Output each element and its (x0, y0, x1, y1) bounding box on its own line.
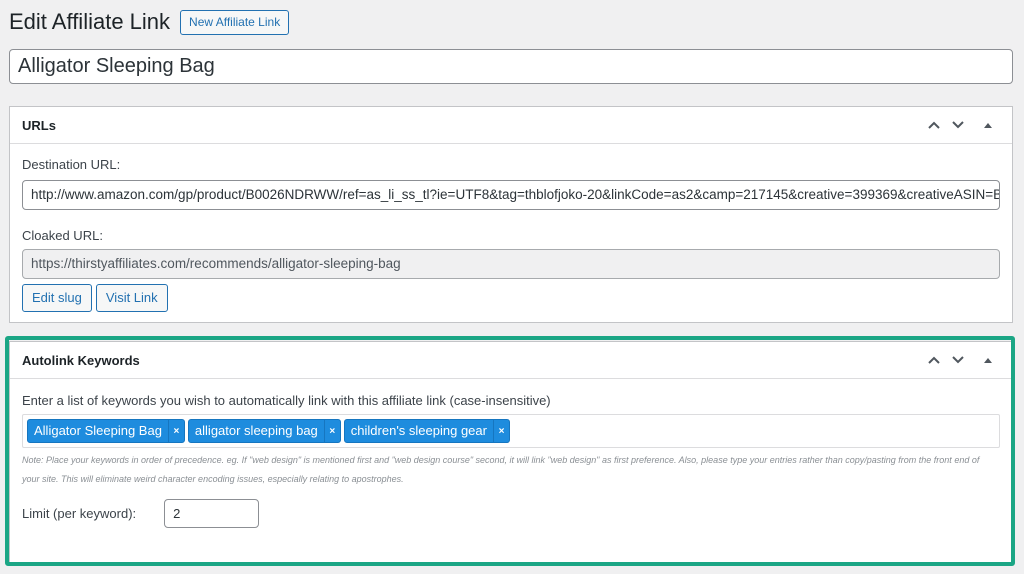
note-line-2: your site. This will eliminate weird cha… (22, 474, 404, 484)
keyword-tag: children's sleeping gear × (343, 419, 510, 443)
keyword-tag-label: children's sleeping gear (350, 423, 487, 438)
visit-link-button[interactable]: Visit Link (95, 284, 168, 312)
keyword-tag: Alligator Sleeping Bag × (27, 419, 185, 443)
autolink-metabox-body: Enter a list of keywords you wish to aut… (10, 393, 1012, 528)
destination-url-label: Destination URL: (22, 157, 121, 172)
chevron-up-icon[interactable] (922, 348, 946, 372)
urls-metabox-body: Destination URL: http://www.amazon.com/g… (10, 157, 1012, 312)
handle-actions (922, 113, 1000, 137)
cloaked-url-input[interactable]: https://thirstyaffiliates.com/recommends… (22, 249, 1000, 279)
cloaked-url-label: Cloaked URL: (22, 228, 103, 243)
destination-url-input[interactable]: http://www.amazon.com/gp/product/B0026ND… (22, 180, 1000, 210)
post-title-input[interactable]: Alligator Sleeping Bag (9, 49, 1013, 84)
limit-label: Limit (per keyword): (22, 506, 137, 521)
keyword-tag-label: Alligator Sleeping Bag (34, 423, 162, 438)
limit-row: Limit (per keyword): 2 (22, 499, 1000, 528)
note-line-1: Note: Place your keywords in order of pr… (22, 455, 980, 465)
autolink-metabox-header: Autolink Keywords (10, 342, 1012, 379)
remove-keyword-icon[interactable]: × (323, 420, 340, 442)
keywords-note: Note: Place your keywords in order of pr… (22, 451, 1000, 489)
autolink-instruction: Enter a list of keywords you wish to aut… (22, 393, 551, 408)
urls-metabox: URLs Destination URL: http://www.amazon.… (9, 106, 1013, 323)
keywords-tag-input[interactable]: Alligator Sleeping Bag × alligator sleep… (22, 414, 1000, 448)
autolink-keywords-metabox: Autolink Keywords Enter a list of keywor… (9, 341, 1013, 563)
remove-keyword-icon[interactable]: × (167, 420, 184, 442)
handle-actions (922, 348, 1000, 372)
triangle-up-icon[interactable] (976, 348, 1000, 372)
triangle-up-icon[interactable] (976, 113, 1000, 137)
chevron-down-icon[interactable] (946, 113, 970, 137)
chevron-down-icon[interactable] (946, 348, 970, 372)
new-affiliate-link-button[interactable]: New Affiliate Link (180, 9, 290, 35)
page-title: Edit Affiliate Link (9, 9, 171, 34)
autolink-metabox-title: Autolink Keywords (22, 352, 140, 368)
keyword-tag-label: alligator sleeping bag (194, 423, 318, 438)
urls-metabox-title: URLs (22, 117, 56, 133)
keyword-tag: alligator sleeping bag × (187, 419, 341, 443)
edit-slug-button[interactable]: Edit slug (22, 284, 92, 312)
chevron-up-icon[interactable] (922, 113, 946, 137)
remove-keyword-icon[interactable]: × (492, 420, 509, 442)
page-header: Edit Affiliate Link New Affiliate Link (9, 8, 290, 36)
urls-metabox-header: URLs (10, 107, 1012, 144)
limit-input[interactable]: 2 (164, 499, 260, 528)
